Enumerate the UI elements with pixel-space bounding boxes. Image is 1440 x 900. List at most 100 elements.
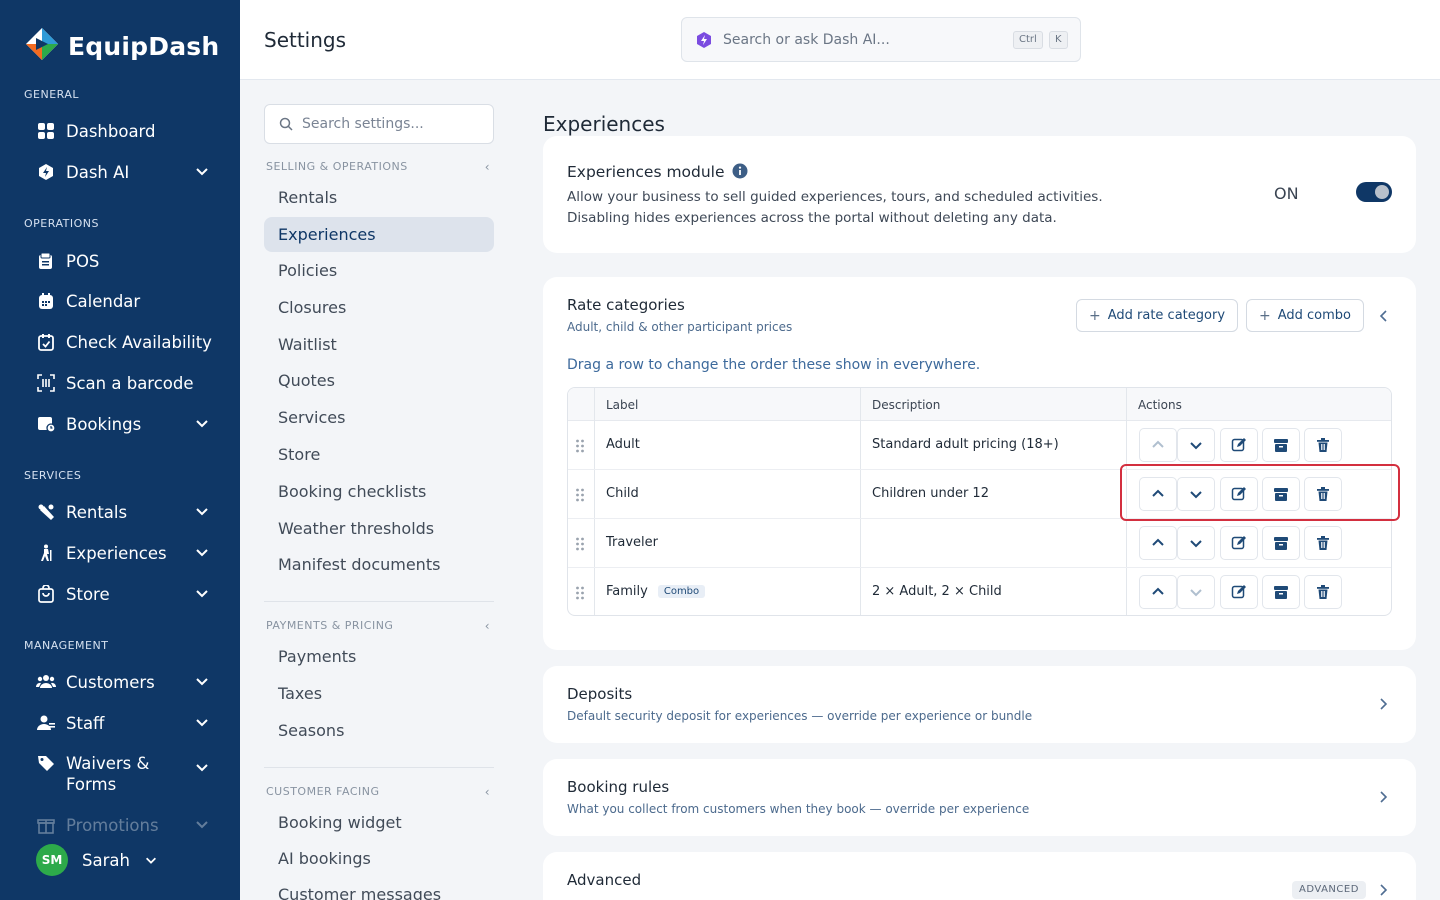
settings-item-payments[interactable]: Payments — [264, 639, 494, 674]
chevron-down-icon[interactable] — [194, 585, 210, 601]
settings-item-policies[interactable]: Policies — [264, 253, 494, 288]
nav-item-scan-barcode[interactable]: Scan a barcode — [36, 368, 216, 398]
brand[interactable]: EquipDash — [24, 26, 219, 66]
nav-item-staff[interactable]: Staff — [36, 708, 216, 738]
chevron-down-icon[interactable] — [194, 503, 210, 519]
move-down-button[interactable] — [1177, 477, 1215, 511]
drag-hint: Drag a row to change the order these sho… — [567, 357, 981, 373]
settings-search-input[interactable]: Search settings... — [264, 104, 494, 144]
chevron-right-icon[interactable] — [1378, 697, 1388, 711]
settings-item-taxes[interactable]: Taxes — [264, 676, 494, 711]
chevron-down-icon[interactable] — [194, 816, 210, 832]
nav-item-check-availability[interactable]: Check Availability — [36, 327, 216, 357]
move-up-button[interactable] — [1139, 477, 1177, 511]
settings-item-seasons[interactable]: Seasons — [264, 713, 494, 748]
drag-handle-icon[interactable] — [575, 585, 585, 601]
chevron-down-icon[interactable] — [194, 163, 210, 179]
nav-item-rentals[interactable]: Rentals — [36, 497, 216, 527]
nav-item-dash-ai[interactable]: Dash AI — [36, 157, 216, 187]
table-row[interactable]: Child Children under 12 — [568, 470, 1391, 519]
move-down-button[interactable] — [1177, 428, 1215, 462]
nav-item-label: POS — [66, 251, 100, 271]
delete-button[interactable] — [1304, 428, 1342, 462]
settings-item-booking-widget[interactable]: Booking widget — [264, 805, 494, 840]
shortcut-key-k: K — [1049, 31, 1068, 49]
settings-item-waitlist[interactable]: Waitlist — [264, 327, 494, 362]
drag-handle-icon[interactable] — [575, 536, 585, 552]
settings-group-payments[interactable]: PAYMENTS & PRICING ‹ — [266, 619, 492, 633]
edit-button[interactable] — [1220, 575, 1258, 609]
nav-item-waivers[interactable]: Waivers & Forms — [36, 753, 216, 797]
archive-button[interactable] — [1262, 575, 1300, 609]
add-rate-category-button[interactable]: + Add rate category — [1076, 299, 1238, 332]
chevron-down-icon[interactable] — [194, 415, 210, 431]
delete-button[interactable] — [1304, 477, 1342, 511]
settings-item-experiences[interactable]: Experiences — [264, 217, 494, 252]
nav-item-store[interactable]: Store — [36, 579, 216, 609]
nav-item-pos[interactable]: POS — [36, 246, 216, 276]
move-up-button[interactable] — [1139, 526, 1177, 560]
user-menu[interactable]: SM Sarah — [36, 844, 158, 876]
settings-item-store[interactable]: Store — [264, 437, 494, 472]
experiences-module-toggle[interactable] — [1356, 182, 1392, 202]
drag-handle-icon[interactable] — [575, 487, 585, 503]
nav-item-dashboard[interactable]: Dashboard — [36, 116, 216, 146]
collapse-chevron-icon[interactable]: ‹ — [485, 160, 490, 174]
add-combo-button[interactable]: + Add combo — [1246, 299, 1364, 332]
nav-item-promotions[interactable]: Promotions — [36, 810, 216, 840]
row-label: Traveler — [606, 535, 658, 550]
settings-item-quotes[interactable]: Quotes — [264, 363, 494, 398]
archive-button[interactable] — [1262, 477, 1300, 511]
archive-button[interactable] — [1262, 428, 1300, 462]
settings-item-manifest-documents[interactable]: Manifest documents — [264, 547, 494, 582]
table-row[interactable]: Adult Standard adult pricing (18+) — [568, 421, 1391, 470]
global-search-input[interactable]: Search or ask Dash AI... Ctrl K — [681, 17, 1081, 62]
settings-item-booking-checklists[interactable]: Booking checklists — [264, 474, 494, 509]
deposits-card[interactable]: Deposits Default security deposit for ex… — [543, 666, 1416, 743]
table-row[interactable]: Family Combo 2 × Adult, 2 × Child — [568, 568, 1391, 615]
settings-item-customer-messages[interactable]: Customer messages — [264, 877, 494, 900]
nav-item-customers[interactable]: Customers — [36, 667, 216, 697]
settings-item-ai-bookings[interactable]: AI bookings — [264, 841, 494, 876]
module-title-text: Experiences module — [567, 163, 725, 181]
nav-item-experiences[interactable]: Experiences — [36, 538, 216, 568]
settings-item-services[interactable]: Services — [264, 400, 494, 435]
settings-item-rentals[interactable]: Rentals — [264, 180, 494, 215]
move-up-button[interactable] — [1139, 428, 1177, 462]
edit-icon — [1231, 536, 1246, 550]
move-down-button[interactable] — [1177, 526, 1215, 560]
settings-group-customer-facing[interactable]: CUSTOMER FACING ‹ — [266, 785, 492, 799]
nav-item-bookings[interactable]: Bookings — [36, 409, 216, 439]
edit-button[interactable] — [1220, 428, 1258, 462]
advanced-card[interactable]: Advanced ADVANCED — [543, 852, 1416, 900]
collapse-chevron-icon[interactable]: ‹ — [485, 785, 490, 799]
settings-item-weather-thresholds[interactable]: Weather thresholds — [264, 511, 494, 546]
edit-button[interactable] — [1220, 526, 1258, 560]
move-up-button[interactable] — [1139, 575, 1177, 609]
chevron-right-icon[interactable] — [1378, 790, 1388, 804]
collapse-chevron-icon[interactable]: ‹ — [485, 619, 490, 633]
row-description: Children under 12 — [872, 486, 989, 501]
staff-icon — [36, 713, 56, 733]
chevron-down-icon[interactable] — [194, 759, 210, 775]
settings-item-closures[interactable]: Closures — [264, 290, 494, 325]
edit-button[interactable] — [1220, 477, 1258, 511]
table-row[interactable]: Traveler — [568, 519, 1391, 568]
move-down-button[interactable] — [1177, 575, 1215, 609]
nav-item-calendar[interactable]: Calendar — [36, 286, 216, 316]
nav-item-label: Dashboard — [66, 121, 156, 141]
drag-handle-icon[interactable] — [575, 438, 585, 454]
chevron-down-icon[interactable] — [194, 673, 210, 689]
settings-group-selling[interactable]: SELLING & OPERATIONS ‹ — [266, 160, 492, 174]
chevron-right-icon[interactable] — [1378, 883, 1388, 897]
chevron-down-icon[interactable] — [194, 544, 210, 560]
nav-item-label: Rentals — [66, 502, 128, 522]
edit-icon — [1231, 585, 1246, 599]
chevron-down-icon[interactable] — [194, 714, 210, 730]
delete-button[interactable] — [1304, 526, 1342, 560]
info-icon[interactable] — [732, 163, 748, 179]
collapse-chevron-icon[interactable] — [1379, 309, 1389, 323]
archive-button[interactable] — [1262, 526, 1300, 560]
delete-button[interactable] — [1304, 575, 1342, 609]
booking-rules-card[interactable]: Booking rules What you collect from cust… — [543, 759, 1416, 836]
